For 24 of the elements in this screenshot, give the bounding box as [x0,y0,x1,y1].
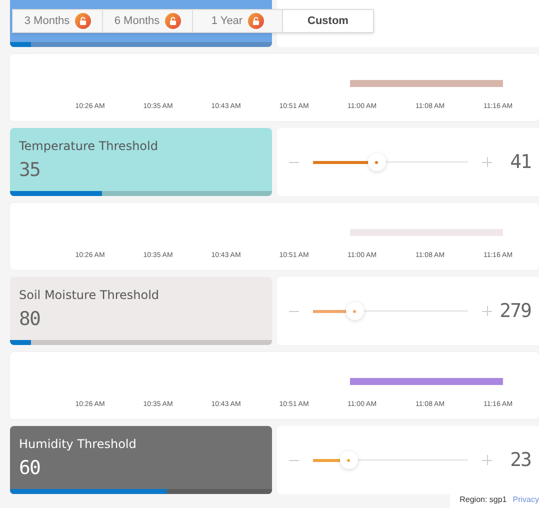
slider-thumb[interactable] [346,302,364,320]
plus-button[interactable] [482,306,492,316]
range-tab[interactable]: 6 Months [103,10,193,32]
widget-title: Temperature Threshold [19,138,159,154]
range-tab[interactable]: 3 Months [13,10,103,32]
widget-title: Soil Moisture Threshold [19,287,160,303]
region-label: Region: sgp1 [460,494,507,506]
range-tab[interactable]: 1 Year [193,10,283,32]
slider-thumb[interactable] [368,153,386,171]
widget-value: 80 [19,308,41,330]
privacy-link[interactable]: Privacy [512,494,539,506]
slider-reading: 279 [500,298,532,324]
slider-track[interactable] [313,153,468,171]
range-tab[interactable]: Custom [283,10,373,32]
slider-reading: 23 [510,448,532,473]
slider-thumb[interactable] [340,451,358,469]
plus-button[interactable] [482,157,492,167]
widget-value: 60 [19,457,41,479]
slider-track[interactable] [313,451,468,469]
slider-track[interactable] [313,302,468,320]
widget-title: Humidity Threshold [19,436,138,452]
plus-button[interactable] [482,455,492,465]
widget-value: 35 [19,159,41,181]
slider-reading: 41 [510,150,532,175]
